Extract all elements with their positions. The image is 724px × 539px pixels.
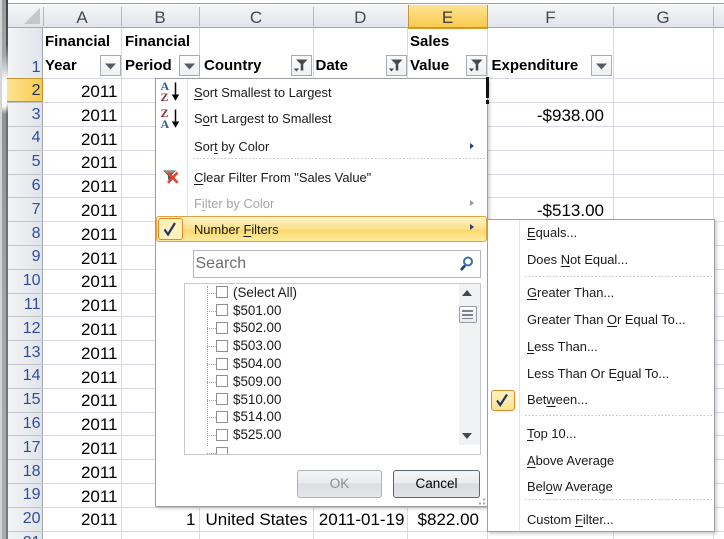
svg-text:A: A: [161, 117, 170, 131]
svg-text:Z: Z: [161, 90, 169, 104]
